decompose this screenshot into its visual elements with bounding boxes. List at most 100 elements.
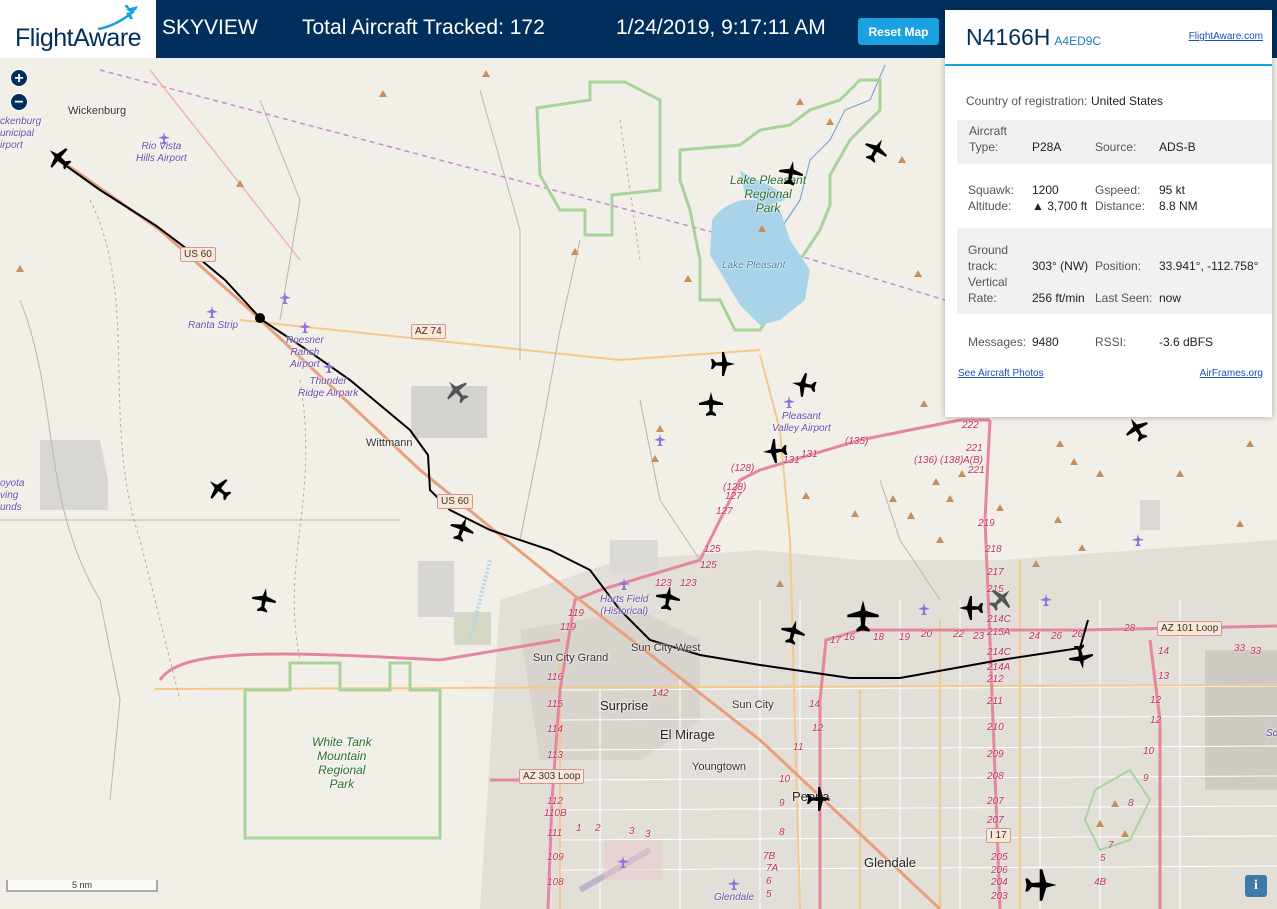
exit-135: (135): [845, 436, 869, 447]
altitude-value: ▲ 3,700 ft: [1032, 199, 1088, 213]
airport-icon: [617, 856, 629, 868]
place-pleasant-valley: Pleasant Valley Airport: [772, 411, 831, 434]
place-lake-pleasant: Lake Pleasant: [722, 260, 786, 271]
exit-p8: 8: [779, 827, 785, 838]
place-surprise: Surprise: [600, 698, 649, 713]
exit-8a: 8: [1128, 798, 1134, 809]
exit-112: 112: [547, 796, 563, 807]
aircraft-icon: [1025, 869, 1057, 901]
aircraft-marker[interactable]: [698, 391, 724, 417]
place-sc: Sc: [1266, 728, 1277, 739]
exit-142: 142: [652, 688, 669, 699]
airport-icon: [918, 603, 930, 615]
exit-221a: 221: [966, 443, 983, 454]
exit-109: 109: [547, 852, 564, 863]
last-seen-label: Last Seen:: [1095, 291, 1153, 305]
messages-label: Messages:: [968, 335, 1027, 349]
see-aircraft-photos-link[interactable]: See Aircraft Photos: [958, 368, 1044, 379]
exit-4b: 4B: [1094, 877, 1107, 888]
exit-207a: 207: [987, 796, 1004, 807]
squawk-value: 1200: [1032, 183, 1059, 197]
exit-111: 111: [547, 828, 563, 839]
exit-20: 20: [921, 629, 933, 640]
flightaware-link[interactable]: FlightAware.com: [1189, 31, 1263, 42]
aircraft-marker[interactable]: [846, 599, 880, 633]
aircraft-marker[interactable]: [806, 786, 832, 812]
place-glendale-airport: Glendale: [714, 892, 755, 903]
exit-125a: 125: [704, 544, 721, 555]
exit-p7a: 7A: [766, 863, 779, 874]
place-wickenburg: Wickenburg: [68, 105, 127, 117]
exit-203: 203: [991, 891, 1008, 902]
exit-14a: 14: [1158, 646, 1170, 657]
source-label: Source:: [1095, 140, 1137, 154]
exit-208: 208: [987, 771, 1004, 782]
exit-110b: 110B: [544, 808, 567, 819]
place-coyota: oyota ving unds: [0, 478, 25, 513]
vertical-rate-label: Vertical Rate:: [968, 275, 1008, 305]
exit-7: 7: [1108, 840, 1114, 851]
airframes-link[interactable]: AirFrames.org: [1200, 368, 1263, 379]
exit-9: 9: [1143, 773, 1149, 784]
exit-115: 115: [547, 699, 563, 710]
exit-128a: (128): [731, 463, 755, 474]
aircraft-marker[interactable]: [249, 585, 279, 615]
exit-212: 212: [987, 674, 1004, 685]
exit-33b: 33: [1250, 646, 1262, 657]
place-thunder-ridge: Thunder Ridge Airpark: [298, 376, 359, 399]
exit-12b: 12: [1150, 715, 1162, 726]
exit-204: 204: [991, 877, 1008, 888]
zoom-out-button[interactable]: −: [10, 93, 28, 111]
skyview-app: FlightAware SKYVIEW Total Aircraft Track…: [0, 0, 1277, 909]
aircraft-marker[interactable]: [710, 351, 736, 377]
aircraft-marker[interactable]: [776, 158, 806, 188]
aircraft-icon: [807, 787, 831, 811]
airport-icon: [654, 434, 666, 446]
aircraft-type-label: Aircraft Type:: [969, 124, 1008, 154]
ground-track-value: 303° (NW): [1032, 259, 1089, 273]
map-info-button[interactable]: i: [1245, 875, 1267, 897]
place-el-mirage: El Mirage: [660, 727, 715, 742]
exit-217: 217: [987, 567, 1004, 578]
exit-219: 219: [978, 518, 995, 529]
aircraft-icon: [252, 588, 276, 613]
exit-222: 222: [962, 420, 979, 431]
airport-icon: [618, 578, 630, 590]
exit-114: 114: [547, 724, 563, 735]
place-wickenburg-airport: ckenburg unicipal irport: [0, 116, 42, 151]
exit-p11: 11: [793, 742, 804, 753]
place-roesner: Roesner Ranch Airport: [286, 335, 324, 370]
aircraft-icon: [1069, 644, 1093, 669]
aircraft-marker[interactable]: [958, 595, 984, 621]
exit-138: (138): [940, 455, 964, 466]
reset-map-button[interactable]: Reset Map: [858, 18, 939, 45]
logo-text: FlightAware: [15, 24, 142, 52]
place-glendale: Glendale: [864, 855, 917, 870]
exit-221b: 221: [968, 465, 985, 476]
exit-p12: 12: [812, 723, 824, 734]
aircraft-marker[interactable]: [789, 370, 819, 400]
exit-5: 5: [1100, 853, 1106, 864]
zoom-in-button[interactable]: +: [10, 69, 28, 87]
place-ranta-strip: Ranta Strip: [188, 320, 239, 331]
aircraft-icon: [711, 352, 735, 376]
aircraft-info-panel: N4166H A4ED9C FlightAware.com Country of …: [945, 10, 1272, 417]
panel-divider: [945, 64, 1272, 66]
exit-10: 10: [1143, 746, 1155, 757]
exit-19: 19: [899, 632, 911, 643]
exit-211: 211: [987, 696, 1003, 707]
squawk-label: Squawk:: [968, 183, 1015, 197]
exit-206: 206: [991, 865, 1008, 876]
aircraft-marker[interactable]: [761, 437, 789, 465]
exit-2: 2: [595, 823, 601, 834]
aircraft-marker[interactable]: [1024, 868, 1058, 902]
hex-code: A4ED9C: [1054, 34, 1102, 48]
shield-az74: AZ 74: [411, 324, 446, 339]
shield-az303-loop: AZ 303 Loop: [519, 769, 585, 784]
airport-icon: [783, 396, 795, 408]
exit-113: 113: [547, 750, 563, 761]
app-name: SKYVIEW: [162, 16, 258, 39]
aircraft-marker[interactable]: [1066, 642, 1096, 672]
flightaware-logo[interactable]: FlightAware: [0, 0, 156, 58]
aircraft-marker[interactable]: [653, 583, 683, 613]
